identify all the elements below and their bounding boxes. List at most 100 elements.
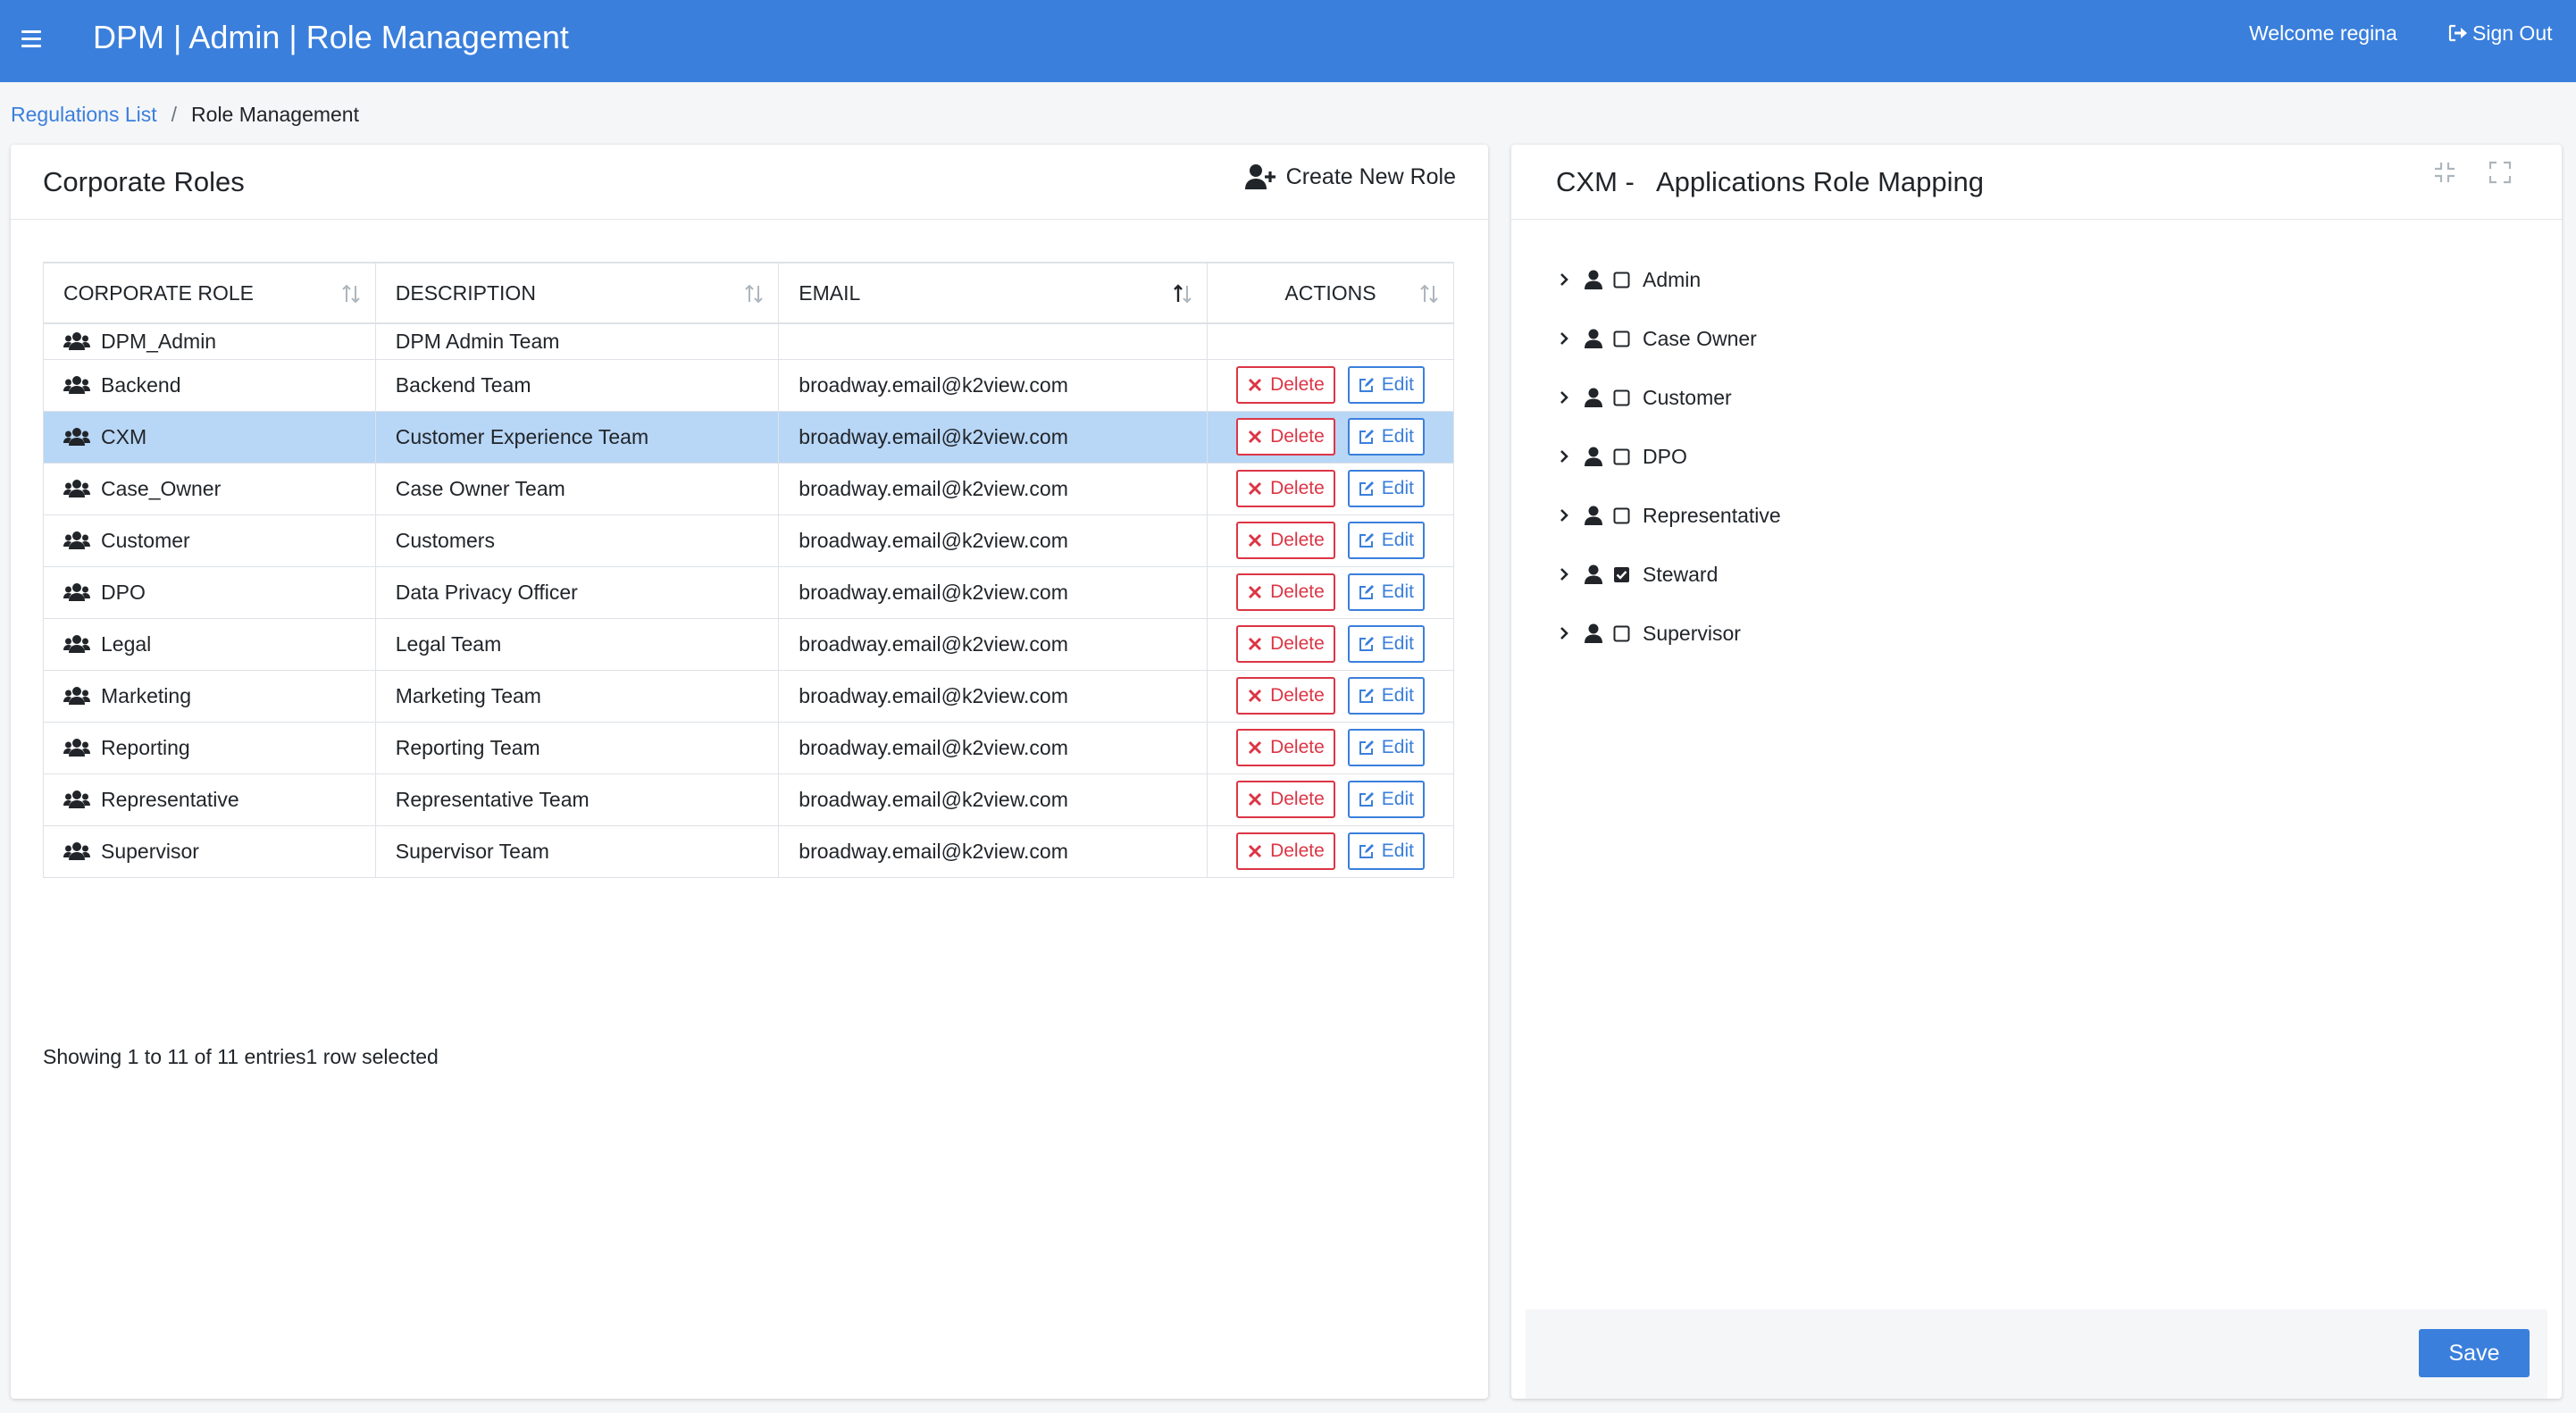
column-header-description[interactable]: DESCRIPTION [374, 262, 780, 324]
role-mapping-tree: Admin Case Owner Customer DPO Representative… [1556, 250, 1781, 663]
top-navbar: DPM | Admin | Role Management Welcome re… [0, 0, 2576, 82]
tree-item-label: Case Owner [1643, 326, 1757, 350]
hamburger-menu-icon[interactable] [21, 25, 43, 52]
times-icon [1249, 430, 1262, 444]
sign-out-button[interactable]: Sign Out [2447, 20, 2553, 46]
row-actions: Delete Edit [1227, 729, 1434, 766]
cell-description: Marketing Team [374, 669, 780, 723]
cell-email: broadway.email@k2view.com [778, 669, 1209, 723]
tree-item[interactable]: Representative [1556, 486, 1781, 545]
edit-button[interactable]: Edit [1347, 366, 1425, 404]
delete-button[interactable]: Delete [1236, 418, 1335, 456]
edit-button[interactable]: Edit [1347, 832, 1425, 870]
tree-item[interactable]: Supervisor [1556, 604, 1781, 663]
edit-button[interactable]: Edit [1347, 418, 1425, 456]
tree-item[interactable]: Steward [1556, 545, 1781, 604]
sign-out-icon [2448, 24, 2467, 42]
role-cell: Customer [63, 529, 355, 553]
column-header-corporate-role[interactable]: CORPORATE ROLE [43, 262, 376, 324]
chevron-right-icon[interactable] [1556, 448, 1572, 464]
table-row[interactable]: Backend Backend Team broadway.email@k2view… [43, 358, 1454, 412]
column-header-email[interactable]: EMAIL [778, 262, 1209, 324]
edit-label: Edit [1381, 581, 1414, 602]
table-row[interactable]: Reporting Reporting Team broadway.email@k2… [43, 721, 1454, 774]
save-button[interactable]: Save [2419, 1329, 2530, 1377]
table-row[interactable]: Case_Owner Case Owner Team broadway.email@… [43, 462, 1454, 515]
table-row[interactable]: Marketing Marketing Team broadway.email@k2… [43, 669, 1454, 723]
table-row[interactable]: CXM Customer Experience Team broadway.emai… [43, 410, 1454, 464]
delete-label: Delete [1270, 374, 1325, 395]
edit-button[interactable]: Edit [1347, 522, 1425, 559]
edit-button[interactable]: Edit [1347, 470, 1425, 507]
cell-description: DPM Admin Team [374, 322, 780, 360]
edit-button[interactable]: Edit [1347, 573, 1425, 611]
cell-email: broadway.email@k2view.com [778, 410, 1209, 464]
tree-item[interactable]: DPO [1556, 427, 1781, 486]
delete-button[interactable]: Delete [1236, 832, 1335, 870]
edit-button[interactable]: Edit [1347, 781, 1425, 818]
role-cell: DPM_Admin [63, 330, 355, 354]
tree-item[interactable]: Case Owner [1556, 309, 1781, 368]
create-new-role-label: Create New Role [1285, 163, 1456, 189]
delete-label: Delete [1270, 840, 1325, 861]
chevron-right-icon[interactable] [1556, 507, 1572, 523]
delete-button[interactable]: Delete [1236, 573, 1335, 611]
chevron-right-icon[interactable] [1556, 625, 1572, 641]
cell-corporate-role: Backend [43, 358, 376, 412]
role-name: Customer [101, 528, 190, 552]
chevron-right-icon[interactable] [1556, 389, 1572, 406]
cell-actions: Delete Edit [1207, 773, 1454, 826]
edit-label: Edit [1381, 789, 1414, 809]
column-header-label: DESCRIPTION [395, 280, 536, 305]
checkbox-icon[interactable] [1613, 448, 1630, 465]
times-icon [1249, 533, 1262, 548]
checkbox-icon[interactable] [1613, 507, 1630, 524]
row-actions: Delete Edit [1227, 832, 1434, 870]
chevron-right-icon[interactable] [1556, 272, 1572, 288]
delete-button[interactable]: Delete [1236, 522, 1335, 559]
column-header-actions[interactable]: ACTIONS [1207, 262, 1454, 324]
delete-button[interactable]: Delete [1236, 729, 1335, 766]
chevron-right-icon[interactable] [1556, 330, 1572, 347]
edit-icon [1359, 533, 1374, 548]
applications-role-mapping-panel: CXM - Applications Role Mapping Admin Cas… [1511, 145, 2562, 1399]
tree-item[interactable]: Customer [1556, 368, 1781, 427]
breadcrumb-regulations-list[interactable]: Regulations List [11, 101, 157, 128]
edit-button[interactable]: Edit [1347, 677, 1425, 715]
compress-icon[interactable] [2433, 161, 2456, 184]
cell-corporate-role: Marketing [43, 669, 376, 723]
table-row[interactable]: Customer Customers broadway.email@k2view.c… [43, 514, 1454, 567]
delete-button[interactable]: Delete [1236, 781, 1335, 818]
delete-button[interactable]: Delete [1236, 677, 1335, 715]
edit-icon [1359, 792, 1374, 807]
edit-icon [1359, 481, 1374, 496]
table-row[interactable]: Supervisor Supervisor Team broadway.email@… [43, 824, 1454, 878]
cell-corporate-role: Reporting [43, 721, 376, 774]
cell-actions: Delete Edit [1207, 410, 1454, 464]
delete-button[interactable]: Delete [1236, 625, 1335, 663]
corporate-roles-title: Corporate Roles [43, 166, 245, 197]
table-row[interactable]: DPM_Admin DPM Admin Team [43, 322, 1454, 360]
checkbox-icon[interactable] [1613, 389, 1630, 406]
delete-button[interactable]: Delete [1236, 470, 1335, 507]
checkbox-icon[interactable] [1613, 272, 1630, 288]
delete-button[interactable]: Delete [1236, 366, 1335, 404]
tree-item[interactable]: Admin [1556, 250, 1781, 309]
checkbox-checked-icon[interactable] [1613, 566, 1630, 583]
delete-label: Delete [1270, 789, 1325, 809]
checkbox-icon[interactable] [1613, 625, 1630, 642]
chevron-right-icon[interactable] [1556, 566, 1572, 582]
role-name: DPO [101, 580, 146, 604]
edit-button[interactable]: Edit [1347, 625, 1425, 663]
edit-button[interactable]: Edit [1347, 729, 1425, 766]
expand-icon[interactable] [2488, 161, 2512, 184]
table-row[interactable]: Representative Representative Team broadwa… [43, 773, 1454, 826]
table-row[interactable]: Legal Legal Team broadway.email@k2view.com… [43, 617, 1454, 671]
table-row[interactable]: DPO Data Privacy Officer broadway.email@k2… [43, 565, 1454, 619]
role-cell: Reporting [63, 736, 355, 760]
role-name: Legal [101, 631, 152, 656]
checkbox-icon[interactable] [1613, 330, 1630, 347]
create-new-role-button[interactable]: Create New Role [1244, 157, 1456, 196]
user-icon [1585, 329, 1602, 348]
users-icon [63, 687, 90, 705]
